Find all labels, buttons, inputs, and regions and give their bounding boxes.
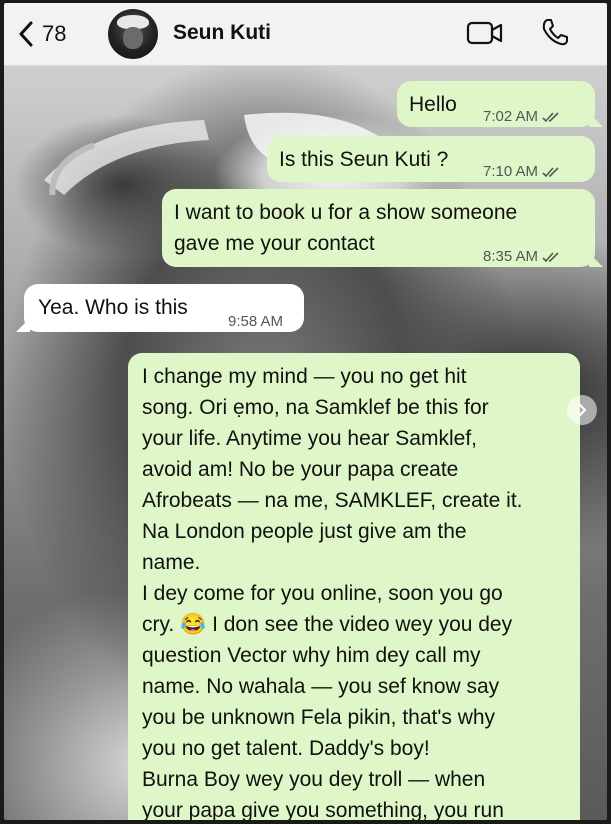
message-time: 7:10 AM bbox=[483, 163, 539, 180]
contact-name[interactable]: Seun Kuti bbox=[173, 21, 271, 45]
message-line: you no get talent. Daddy's boy! bbox=[142, 737, 430, 760]
message-line: your papa give you something, you run bbox=[142, 799, 504, 820]
message-line: gave me your contact bbox=[174, 232, 375, 255]
message-line: your life. Anytime you hear Samklef, bbox=[142, 427, 477, 450]
message-line: question Vector why him dey call my bbox=[142, 644, 481, 667]
phone-icon[interactable] bbox=[540, 17, 570, 47]
double-check-icon bbox=[542, 251, 559, 262]
chevron-right-icon bbox=[577, 402, 587, 418]
message-text: I want to book u for a show someone gave… bbox=[174, 197, 517, 259]
message-line: I dey come for you online, soon you go bbox=[142, 582, 503, 605]
message-time: 8:35 AM bbox=[483, 248, 539, 265]
forward-button[interactable] bbox=[567, 395, 597, 425]
chat-header: 78 Seun Kuti bbox=[4, 3, 607, 66]
message-line: song. Ori ẹmo, na Samklef be this for bbox=[142, 396, 489, 419]
message-meta: 7:10 AM bbox=[483, 156, 562, 187]
message-line: cry. 😂 I don see the video wey you dey bbox=[142, 613, 513, 636]
video-camera-icon[interactable] bbox=[466, 20, 504, 46]
message-line: I want to book u for a show someone bbox=[174, 201, 518, 224]
message-text: Hello bbox=[409, 93, 457, 116]
chevron-left-icon bbox=[19, 21, 33, 47]
message-text: Is this Seun Kuti ? bbox=[279, 148, 449, 171]
message-line: you be unknown Fela pikin, that's why bbox=[142, 706, 496, 729]
message-meta: 9:58 AM bbox=[228, 306, 283, 337]
message-text: Yea. Who is this bbox=[38, 296, 188, 319]
message-line: I change my mind — you no get hit bbox=[142, 365, 467, 388]
message-line: Na London people just give am the bbox=[142, 520, 467, 543]
outgoing-message-bubble[interactable]: Is this Seun Kuti ? 7:10 AM bbox=[267, 136, 595, 182]
outgoing-message-bubble[interactable]: I want to book u for a show someone gave… bbox=[162, 189, 595, 267]
message-line: avoid am! No be your papa create bbox=[142, 458, 459, 481]
outgoing-message-bubble[interactable]: I change my mind — you no get hit song. … bbox=[128, 353, 580, 820]
message-meta: 8:35 AM bbox=[483, 241, 562, 272]
double-check-icon bbox=[542, 166, 559, 177]
message-line: name. No wahala — you sef know say bbox=[142, 675, 500, 698]
back-button[interactable]: 78 bbox=[18, 17, 66, 51]
double-check-icon bbox=[542, 111, 559, 122]
chat-screen: 78 Seun Kuti Hello 7:02 AM Is this Seun … bbox=[4, 3, 607, 820]
message-line: Afrobeats — na me, SAMKLEF, create it. bbox=[142, 489, 523, 512]
outgoing-message-bubble[interactable]: Hello 7:02 AM bbox=[397, 81, 595, 127]
incoming-message-bubble[interactable]: Yea. Who is this 9:58 AM bbox=[24, 284, 304, 332]
message-time: 9:58 AM bbox=[228, 313, 284, 330]
unread-count: 78 bbox=[42, 21, 67, 46]
message-line: Burna Boy wey you dey troll — when bbox=[142, 768, 486, 791]
message-line: name. bbox=[142, 551, 201, 574]
message-text: I change my mind — you no get hit song. … bbox=[142, 361, 572, 820]
contact-avatar[interactable] bbox=[108, 9, 158, 59]
message-meta: 7:02 AM bbox=[483, 101, 562, 132]
message-time: 7:02 AM bbox=[483, 108, 539, 125]
